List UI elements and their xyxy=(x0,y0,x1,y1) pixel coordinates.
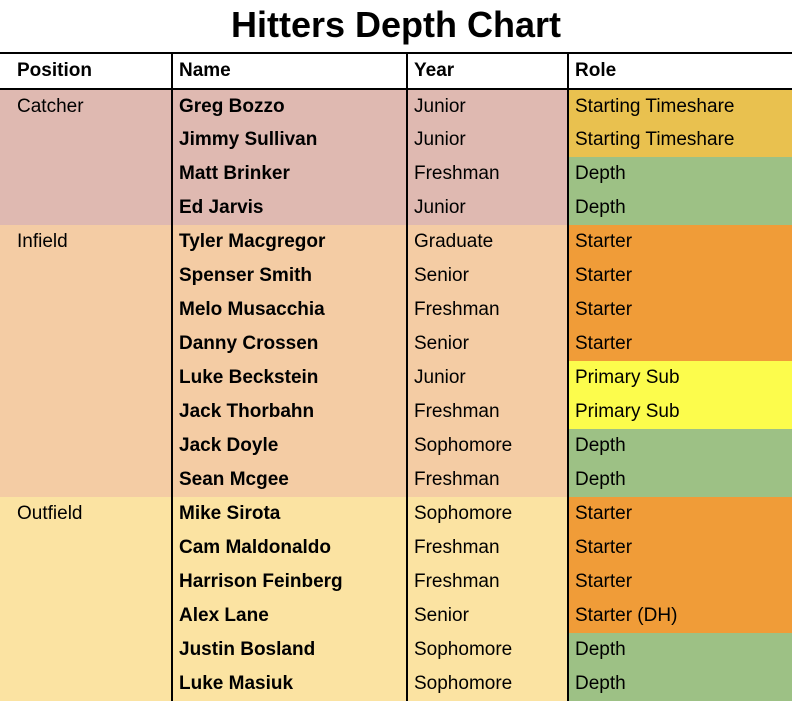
player-name-cell: Spenser Smith xyxy=(171,259,407,293)
role-cell: Starting Timeshare xyxy=(567,123,792,157)
role-cell: Starter xyxy=(567,531,792,565)
header-year: Year xyxy=(406,52,568,90)
role-cell: Starter (DH) xyxy=(567,599,792,633)
player-name-cell: Greg Bozzo xyxy=(171,89,407,123)
role-cell: Starter xyxy=(567,327,792,361)
player-name-cell: Ed Jarvis xyxy=(171,191,407,225)
player-name-cell: Luke Beckstein xyxy=(171,361,407,395)
page-title: Hitters Depth Chart xyxy=(230,4,562,45)
year-cell: Freshman xyxy=(406,565,568,599)
year-cell: Sophomore xyxy=(406,429,568,463)
role-cell: Starter xyxy=(567,225,792,259)
table-row: Catcher Greg Bozzo Junior Starting Timeshar… xyxy=(0,89,792,123)
year-cell: Senior xyxy=(406,599,568,633)
role-cell: Depth xyxy=(567,157,792,191)
table-row: Outfield Mike Sirota Sophomore Starter xyxy=(0,497,792,531)
year-cell: Junior xyxy=(406,361,568,395)
role-cell: Starting Timeshare xyxy=(567,89,792,123)
player-name-cell: Jimmy Sullivan xyxy=(171,123,407,157)
depth-chart-table: Position Name Year Role Catcher Greg Bozz… xyxy=(0,52,792,701)
header-role: Role xyxy=(567,52,792,90)
year-cell: Freshman xyxy=(406,395,568,429)
player-name-cell: Sean Mcgee xyxy=(171,463,407,497)
year-cell: Freshman xyxy=(406,293,568,327)
position-cell: Infield xyxy=(17,231,68,252)
year-cell: Freshman xyxy=(406,157,568,191)
year-cell: Freshman xyxy=(406,463,568,497)
role-cell: Starter xyxy=(567,497,792,531)
player-name-cell: Jack Thorbahn xyxy=(171,395,407,429)
player-name-cell: Mike Sirota xyxy=(171,497,407,531)
role-cell: Starter xyxy=(567,293,792,327)
player-name-cell: Matt Brinker xyxy=(171,157,407,191)
player-name-cell: Cam Maldonaldo xyxy=(171,531,407,565)
year-cell: Junior xyxy=(406,89,568,123)
year-cell: Sophomore xyxy=(406,633,568,667)
table-row: Infield Tyler Macgregor Graduate Starter xyxy=(0,225,792,259)
player-name-cell: Jack Doyle xyxy=(171,429,407,463)
year-cell: Senior xyxy=(406,327,568,361)
role-cell: Starter xyxy=(567,565,792,599)
role-cell: Depth xyxy=(567,633,792,667)
position-cell: Catcher xyxy=(17,96,84,117)
player-name-cell: Justin Bosland xyxy=(171,633,407,667)
player-name-cell: Harrison Feinberg xyxy=(171,565,407,599)
role-cell: Starter xyxy=(567,259,792,293)
role-cell: Depth xyxy=(567,667,792,701)
year-cell: Junior xyxy=(406,123,568,157)
role-cell: Primary Sub xyxy=(567,395,792,429)
year-cell: Sophomore xyxy=(406,667,568,701)
role-cell: Primary Sub xyxy=(567,361,792,395)
year-cell: Freshman xyxy=(406,531,568,565)
header-name: Name xyxy=(171,52,407,90)
player-name-cell: Melo Musacchia xyxy=(171,293,407,327)
player-name-cell: Danny Crossen xyxy=(171,327,407,361)
role-cell: Depth xyxy=(567,191,792,225)
year-cell: Junior xyxy=(406,191,568,225)
player-name-cell: Luke Masiuk xyxy=(171,667,407,701)
year-cell: Senior xyxy=(406,259,568,293)
header-row: Position Name Year Role xyxy=(0,52,792,90)
year-cell: Graduate xyxy=(406,225,568,259)
player-name-cell: Tyler Macgregor xyxy=(171,225,407,259)
position-cell: Outfield xyxy=(17,503,83,524)
role-cell: Depth xyxy=(567,429,792,463)
player-name-cell: Alex Lane xyxy=(171,599,407,633)
year-cell: Sophomore xyxy=(406,497,568,531)
header-position: Position xyxy=(0,52,172,90)
role-cell: Depth xyxy=(567,463,792,497)
